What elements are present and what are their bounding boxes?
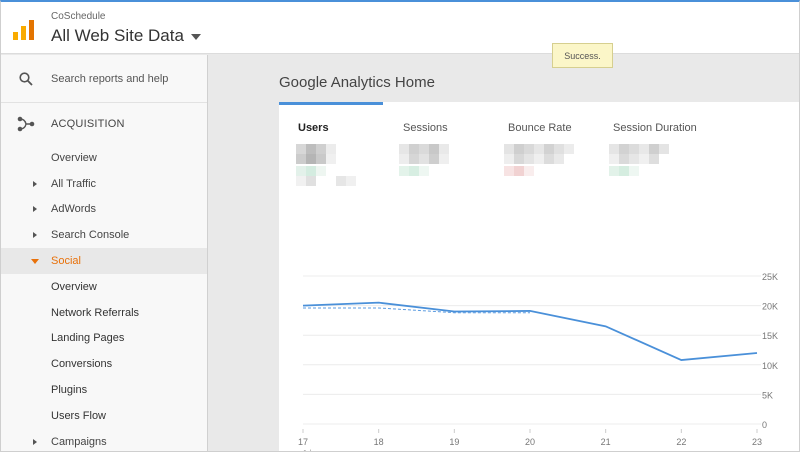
nav-list: Overview All Traffic AdWords Search Console… xyxy=(1,145,207,451)
x-tick-label: 17 xyxy=(298,437,308,447)
main-content: Google Analytics Home Users Sessions Bou… xyxy=(209,55,799,451)
sidebar-item-users-flow[interactable]: Users Flow xyxy=(1,403,207,429)
sidebar-item-adwords[interactable]: AdWords xyxy=(1,197,207,223)
sidebar-item-all-traffic[interactable]: All Traffic xyxy=(1,171,207,197)
sidebar-item-overview[interactable]: Overview xyxy=(1,145,207,171)
y-tick-label: 15K xyxy=(762,331,778,341)
property-selector[interactable]: All Web Site Data xyxy=(51,26,201,46)
sidebar-item-label: Network Referrals xyxy=(51,306,140,319)
y-tick-label: 25K xyxy=(762,272,778,282)
caret-right-icon xyxy=(33,206,37,213)
sidebar-item-plugins[interactable]: Plugins xyxy=(1,377,207,403)
y-tick-label: 20K xyxy=(762,302,778,312)
search-reports[interactable]: Search reports and help xyxy=(1,55,207,103)
sidebar-item-label: Campaigns xyxy=(51,435,107,448)
series-line-solid xyxy=(302,301,758,361)
chevron-down-icon xyxy=(190,34,201,40)
sidebar-item-label: AdWords xyxy=(51,203,97,216)
y-tick-label: 5K xyxy=(762,390,773,400)
sidebar-item-conversions[interactable]: Conversions xyxy=(1,351,207,377)
y-tick-label: 10K xyxy=(762,361,778,371)
property-name: All Web Site Data xyxy=(51,26,184,45)
sidebar-item-label: Landing Pages xyxy=(51,332,125,345)
section-label: ACQUISITION xyxy=(51,118,125,130)
section-acquisition[interactable]: ACQUISITION xyxy=(1,103,207,145)
x-tick-label: 18 xyxy=(374,437,384,447)
analytics-logo-icon xyxy=(13,20,34,40)
search-icon xyxy=(1,71,51,86)
x-tick-label: 21 xyxy=(601,437,611,447)
sidebar-item-campaigns[interactable]: Campaigns xyxy=(1,429,207,451)
acquisition-icon xyxy=(1,116,51,132)
caret-right-icon xyxy=(33,438,37,445)
sidebar-item-label: Social xyxy=(51,255,81,268)
sidebar-item-search-console[interactable]: Search Console xyxy=(1,222,207,248)
x-tick-label: 23 xyxy=(752,437,762,447)
caret-down-icon xyxy=(31,258,39,264)
account-name: CoSchedule xyxy=(51,11,106,22)
sidebar-item-overview[interactable]: Overview xyxy=(1,274,207,300)
sidebar-item-social[interactable]: Social xyxy=(1,248,207,274)
sidebar-item-label: Conversions xyxy=(51,358,113,371)
header: CoSchedule All Web Site Data xyxy=(1,2,799,54)
sidebar-item-label: Overview xyxy=(51,151,97,164)
overview-card: Users Sessions Bounce Rate Session Durat… xyxy=(279,102,799,451)
window-frame: CoSchedule All Web Site Data Success. Se… xyxy=(0,0,800,452)
page-title: Google Analytics Home xyxy=(279,74,435,91)
sidebar-item-label: Search Console xyxy=(51,229,130,242)
sidebar-item-label: Overview xyxy=(51,280,97,293)
caret-right-icon xyxy=(33,232,37,239)
sidebar-item-landing-pages[interactable]: Landing Pages xyxy=(1,326,207,352)
x-tick-label: 22 xyxy=(676,437,686,447)
sidebar-item-label: Users Flow xyxy=(51,409,107,422)
sidebar-item-label: All Traffic xyxy=(51,177,97,190)
sidebar: Search reports and help ACQUISITION Over… xyxy=(1,55,208,451)
sidebar-item-label: Plugins xyxy=(51,384,88,397)
x-tick-label: 20 xyxy=(525,437,535,447)
users-line-chart: 25K20K15K10K5K017181920212223Jul xyxy=(298,272,778,451)
y-tick-label: 0 xyxy=(762,420,767,430)
success-toast: Success. xyxy=(552,43,613,68)
search-label: Search reports and help xyxy=(51,72,169,85)
caret-right-icon xyxy=(33,180,37,187)
x-tick-label: 19 xyxy=(449,437,459,447)
sidebar-item-network-referrals[interactable]: Network Referrals xyxy=(1,300,207,326)
